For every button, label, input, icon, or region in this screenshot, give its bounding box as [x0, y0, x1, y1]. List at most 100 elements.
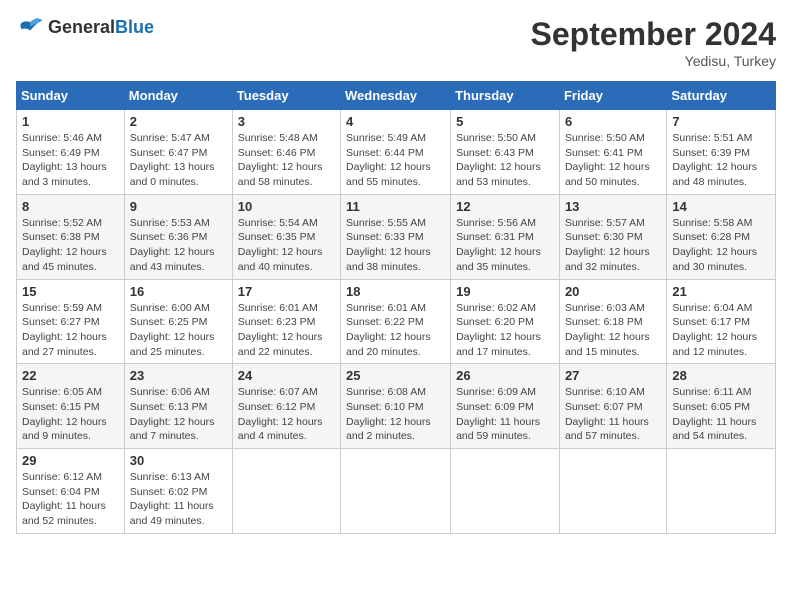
logo-bird-icon	[16, 16, 44, 38]
calendar-cell: 18 Sunrise: 6:01 AM Sunset: 6:22 PM Dayli…	[341, 279, 451, 364]
calendar-cell: 19Sunrise: 6:02 AM Sunset: 6:20 PM Dayli…	[451, 279, 560, 364]
col-header-tuesday: Tuesday	[232, 82, 340, 110]
col-header-monday: Monday	[124, 82, 232, 110]
page-header: GeneralBlue September 2024 Yedisu, Turke…	[16, 16, 776, 69]
day-number: 28	[672, 368, 770, 383]
calendar-cell: 5 Sunrise: 5:50 AM Sunset: 6:43 PM Daylig…	[451, 110, 560, 195]
calendar-cell: 14Sunrise: 5:58 AM Sunset: 6:28 PM Dayli…	[667, 194, 776, 279]
col-header-sunday: Sunday	[17, 82, 125, 110]
calendar-cell: 29 Sunrise: 6:12 AM Sunset: 6:04 PM Dayli…	[17, 449, 125, 534]
day-number: 9	[130, 199, 227, 214]
calendar-cell	[451, 449, 560, 534]
day-number: 22	[22, 368, 119, 383]
calendar-cell: 13 Sunrise: 5:57 AM Sunset: 6:30 PM Dayli…	[559, 194, 666, 279]
day-info: Sunrise: 5:49 AM Sunset: 6:44 PM Dayligh…	[346, 131, 445, 190]
day-number: 4	[346, 114, 445, 129]
day-info: Sunrise: 5:50 AM Sunset: 6:43 PM Dayligh…	[456, 131, 554, 190]
day-number: 29	[22, 453, 119, 468]
calendar-cell: 12 Sunrise: 5:56 AM Sunset: 6:31 PM Dayli…	[451, 194, 560, 279]
calendar-week-row: 29 Sunrise: 6:12 AM Sunset: 6:04 PM Dayli…	[17, 449, 776, 534]
col-header-saturday: Saturday	[667, 82, 776, 110]
day-info: Sunrise: 6:02 AM Sunset: 6:20 PM Dayligh…	[456, 301, 554, 360]
calendar-cell: 7 Sunrise: 5:51 AM Sunset: 6:39 PM Daylig…	[667, 110, 776, 195]
day-info: Sunrise: 6:01 AM Sunset: 6:22 PM Dayligh…	[346, 301, 445, 360]
day-number: 11	[346, 199, 445, 214]
logo-general: General	[48, 17, 115, 37]
day-info: Sunrise: 5:46 AM Sunset: 6:49 PM Dayligh…	[22, 131, 119, 190]
day-number: 7	[672, 114, 770, 129]
day-number: 27	[565, 368, 661, 383]
calendar-cell: 23 Sunrise: 6:06 AM Sunset: 6:13 PM Dayli…	[124, 364, 232, 449]
day-info: Sunrise: 6:08 AM Sunset: 6:10 PM Dayligh…	[346, 385, 445, 444]
calendar-cell	[559, 449, 666, 534]
day-number: 14	[672, 199, 770, 214]
day-info: Sunrise: 6:12 AM Sunset: 6:04 PM Dayligh…	[22, 470, 119, 529]
calendar-table: SundayMondayTuesdayWednesdayThursdayFrid…	[16, 81, 776, 534]
calendar-cell: 21 Sunrise: 6:04 AM Sunset: 6:17 PM Dayli…	[667, 279, 776, 364]
calendar-cell	[341, 449, 451, 534]
day-info: Sunrise: 5:55 AM Sunset: 6:33 PM Dayligh…	[346, 216, 445, 275]
day-info: Sunrise: 5:53 AM Sunset: 6:36 PM Dayligh…	[130, 216, 227, 275]
day-number: 2	[130, 114, 227, 129]
calendar-header-row: SundayMondayTuesdayWednesdayThursdayFrid…	[17, 82, 776, 110]
day-info: Sunrise: 5:51 AM Sunset: 6:39 PM Dayligh…	[672, 131, 770, 190]
calendar-cell: 11 Sunrise: 5:55 AM Sunset: 6:33 PM Dayli…	[341, 194, 451, 279]
day-number: 10	[238, 199, 335, 214]
day-info: Sunrise: 5:56 AM Sunset: 6:31 PM Dayligh…	[456, 216, 554, 275]
calendar-cell: 22Sunrise: 6:05 AM Sunset: 6:15 PM Dayli…	[17, 364, 125, 449]
day-number: 8	[22, 199, 119, 214]
calendar-week-row: 15 Sunrise: 5:59 AM Sunset: 6:27 PM Dayli…	[17, 279, 776, 364]
day-info: Sunrise: 6:04 AM Sunset: 6:17 PM Dayligh…	[672, 301, 770, 360]
calendar-cell: 20 Sunrise: 6:03 AM Sunset: 6:18 PM Dayli…	[559, 279, 666, 364]
calendar-cell: 10 Sunrise: 5:54 AM Sunset: 6:35 PM Dayli…	[232, 194, 340, 279]
day-info: Sunrise: 6:06 AM Sunset: 6:13 PM Dayligh…	[130, 385, 227, 444]
calendar-cell: 3Sunrise: 5:48 AM Sunset: 6:46 PM Daylig…	[232, 110, 340, 195]
day-number: 5	[456, 114, 554, 129]
day-info: Sunrise: 5:50 AM Sunset: 6:41 PM Dayligh…	[565, 131, 661, 190]
day-info: Sunrise: 6:03 AM Sunset: 6:18 PM Dayligh…	[565, 301, 661, 360]
calendar-cell: 9 Sunrise: 5:53 AM Sunset: 6:36 PM Daylig…	[124, 194, 232, 279]
logo-blue: Blue	[115, 17, 154, 37]
calendar-cell: 17Sunrise: 6:01 AM Sunset: 6:23 PM Dayli…	[232, 279, 340, 364]
calendar-cell: 24Sunrise: 6:07 AM Sunset: 6:12 PM Dayli…	[232, 364, 340, 449]
day-number: 12	[456, 199, 554, 214]
day-number: 25	[346, 368, 445, 383]
day-number: 26	[456, 368, 554, 383]
calendar-week-row: 22Sunrise: 6:05 AM Sunset: 6:15 PM Dayli…	[17, 364, 776, 449]
col-header-friday: Friday	[559, 82, 666, 110]
day-info: Sunrise: 5:54 AM Sunset: 6:35 PM Dayligh…	[238, 216, 335, 275]
calendar-cell: 15 Sunrise: 5:59 AM Sunset: 6:27 PM Dayli…	[17, 279, 125, 364]
day-info: Sunrise: 6:13 AM Sunset: 6:02 PM Dayligh…	[130, 470, 227, 529]
calendar-cell	[667, 449, 776, 534]
day-number: 1	[22, 114, 119, 129]
day-info: Sunrise: 6:01 AM Sunset: 6:23 PM Dayligh…	[238, 301, 335, 360]
calendar-cell: 1 Sunrise: 5:46 AM Sunset: 6:49 PM Daylig…	[17, 110, 125, 195]
calendar-cell: 16 Sunrise: 6:00 AM Sunset: 6:25 PM Dayli…	[124, 279, 232, 364]
day-info: Sunrise: 6:09 AM Sunset: 6:09 PM Dayligh…	[456, 385, 554, 444]
calendar-week-row: 1 Sunrise: 5:46 AM Sunset: 6:49 PM Daylig…	[17, 110, 776, 195]
calendar-cell: 28Sunrise: 6:11 AM Sunset: 6:05 PM Dayli…	[667, 364, 776, 449]
day-number: 21	[672, 284, 770, 299]
logo-text: GeneralBlue	[48, 17, 154, 38]
day-info: Sunrise: 5:47 AM Sunset: 6:47 PM Dayligh…	[130, 131, 227, 190]
day-info: Sunrise: 5:59 AM Sunset: 6:27 PM Dayligh…	[22, 301, 119, 360]
day-number: 16	[130, 284, 227, 299]
logo: GeneralBlue	[16, 16, 154, 38]
calendar-cell: 26 Sunrise: 6:09 AM Sunset: 6:09 PM Dayli…	[451, 364, 560, 449]
day-number: 20	[565, 284, 661, 299]
day-number: 13	[565, 199, 661, 214]
calendar-cell: 8Sunrise: 5:52 AM Sunset: 6:38 PM Daylig…	[17, 194, 125, 279]
calendar-cell: 27 Sunrise: 6:10 AM Sunset: 6:07 PM Dayli…	[559, 364, 666, 449]
day-number: 18	[346, 284, 445, 299]
col-header-thursday: Thursday	[451, 82, 560, 110]
day-number: 24	[238, 368, 335, 383]
day-number: 6	[565, 114, 661, 129]
calendar-cell: 2 Sunrise: 5:47 AM Sunset: 6:47 PM Daylig…	[124, 110, 232, 195]
day-number: 23	[130, 368, 227, 383]
day-info: Sunrise: 6:10 AM Sunset: 6:07 PM Dayligh…	[565, 385, 661, 444]
day-info: Sunrise: 5:57 AM Sunset: 6:30 PM Dayligh…	[565, 216, 661, 275]
day-info: Sunrise: 6:00 AM Sunset: 6:25 PM Dayligh…	[130, 301, 227, 360]
day-number: 30	[130, 453, 227, 468]
title-block: September 2024 Yedisu, Turkey	[531, 16, 776, 69]
day-number: 15	[22, 284, 119, 299]
